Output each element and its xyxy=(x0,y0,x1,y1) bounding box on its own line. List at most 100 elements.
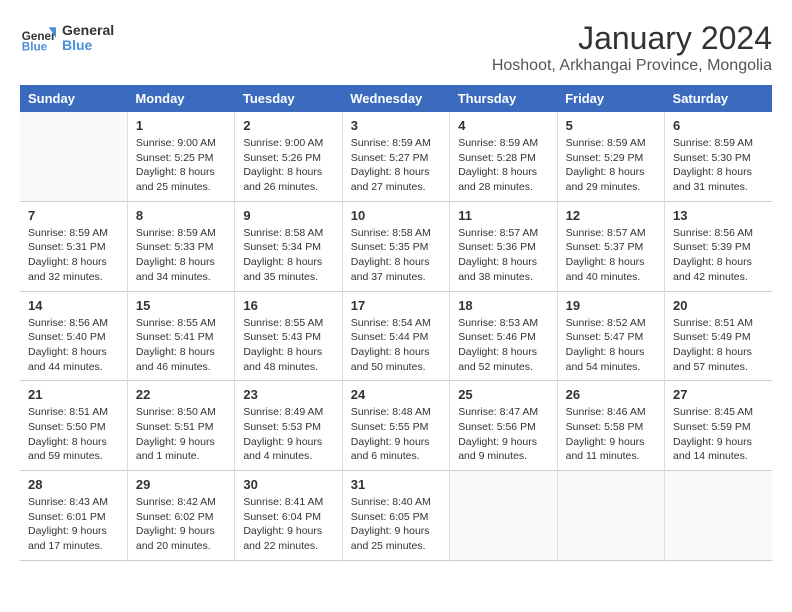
day-info: Sunrise: 8:57 AM Sunset: 5:36 PM Dayligh… xyxy=(458,226,548,285)
header-friday: Friday xyxy=(557,85,664,112)
calendar-cell: 29 Sunrise: 8:42 AM Sunset: 6:02 PM Dayli… xyxy=(127,471,234,561)
calendar-cell: 15 Sunrise: 8:55 AM Sunset: 5:41 PM Dayli… xyxy=(127,291,234,381)
day-number: 19 xyxy=(566,298,656,313)
day-info: Sunrise: 8:53 AM Sunset: 5:46 PM Dayligh… xyxy=(458,316,548,375)
day-number: 8 xyxy=(136,208,226,223)
day-info: Sunrise: 8:50 AM Sunset: 5:51 PM Dayligh… xyxy=(136,405,226,464)
page-header: General Blue General Blue January 2024 H… xyxy=(20,20,772,75)
calendar-cell: 8 Sunrise: 8:59 AM Sunset: 5:33 PM Daylig… xyxy=(127,201,234,291)
day-number: 10 xyxy=(351,208,441,223)
day-info: Sunrise: 8:51 AM Sunset: 5:49 PM Dayligh… xyxy=(673,316,764,375)
day-number: 9 xyxy=(243,208,333,223)
calendar-cell: 3Sunrise: 8:59 AM Sunset: 5:27 PM Daylig… xyxy=(342,112,449,201)
day-info: Sunrise: 8:41 AM Sunset: 6:04 PM Dayligh… xyxy=(243,495,333,554)
logo-icon: General Blue xyxy=(20,20,56,56)
calendar-cell: 18 Sunrise: 8:53 AM Sunset: 5:46 PM Dayli… xyxy=(450,291,557,381)
day-number: 13 xyxy=(673,208,764,223)
calendar-cell: 11 Sunrise: 8:57 AM Sunset: 5:36 PM Dayli… xyxy=(450,201,557,291)
day-info: Sunrise: 8:52 AM Sunset: 5:47 PM Dayligh… xyxy=(566,316,656,375)
day-number: 5 xyxy=(566,118,656,133)
week-row-5: 28Sunrise: 8:43 AM Sunset: 6:01 PM Dayli… xyxy=(20,471,772,561)
header-row: SundayMondayTuesdayWednesdayThursdayFrid… xyxy=(20,85,772,112)
day-number: 6 xyxy=(673,118,764,133)
day-info: Sunrise: 8:59 AM Sunset: 5:33 PM Dayligh… xyxy=(136,226,226,285)
calendar-cell: 20 Sunrise: 8:51 AM Sunset: 5:49 PM Dayli… xyxy=(665,291,772,381)
day-info: Sunrise: 9:00 AM Sunset: 5:26 PM Dayligh… xyxy=(243,136,333,195)
day-info: Sunrise: 8:59 AM Sunset: 5:29 PM Dayligh… xyxy=(566,136,656,195)
day-info: Sunrise: 8:45 AM Sunset: 5:59 PM Dayligh… xyxy=(673,405,764,464)
day-number: 20 xyxy=(673,298,764,313)
day-info: Sunrise: 8:43 AM Sunset: 6:01 PM Dayligh… xyxy=(28,495,119,554)
calendar-cell xyxy=(450,471,557,561)
day-info: Sunrise: 8:58 AM Sunset: 5:35 PM Dayligh… xyxy=(351,226,441,285)
calendar-cell: 19 Sunrise: 8:52 AM Sunset: 5:47 PM Dayli… xyxy=(557,291,664,381)
day-number: 7 xyxy=(28,208,119,223)
header-wednesday: Wednesday xyxy=(342,85,449,112)
calendar-cell: 10 Sunrise: 8:58 AM Sunset: 5:35 PM Dayli… xyxy=(342,201,449,291)
title-block: January 2024 Hoshoot, Arkhangai Province… xyxy=(492,20,772,75)
page-subtitle: Hoshoot, Arkhangai Province, Mongolia xyxy=(492,57,772,75)
week-row-1: 1 Sunrise: 9:00 AM Sunset: 5:25 PM Daylig… xyxy=(20,112,772,201)
day-number: 4 xyxy=(458,118,548,133)
week-row-3: 14Sunrise: 8:56 AM Sunset: 5:40 PM Dayli… xyxy=(20,291,772,381)
day-number: 30 xyxy=(243,477,333,492)
day-info: Sunrise: 8:55 AM Sunset: 5:41 PM Dayligh… xyxy=(136,316,226,375)
day-number: 29 xyxy=(136,477,226,492)
logo-general: General xyxy=(62,23,114,38)
day-info: Sunrise: 8:49 AM Sunset: 5:53 PM Dayligh… xyxy=(243,405,333,464)
day-info: Sunrise: 8:55 AM Sunset: 5:43 PM Dayligh… xyxy=(243,316,333,375)
day-number: 3 xyxy=(351,118,441,133)
calendar-cell: 5 Sunrise: 8:59 AM Sunset: 5:29 PM Daylig… xyxy=(557,112,664,201)
day-info: Sunrise: 8:47 AM Sunset: 5:56 PM Dayligh… xyxy=(458,405,548,464)
day-info: Sunrise: 8:56 AM Sunset: 5:40 PM Dayligh… xyxy=(28,316,119,375)
calendar-cell: 24Sunrise: 8:48 AM Sunset: 5:55 PM Dayli… xyxy=(342,381,449,471)
header-saturday: Saturday xyxy=(665,85,772,112)
calendar-table: SundayMondayTuesdayWednesdayThursdayFrid… xyxy=(20,85,772,561)
day-number: 12 xyxy=(566,208,656,223)
day-number: 18 xyxy=(458,298,548,313)
day-number: 2 xyxy=(243,118,333,133)
week-row-4: 21Sunrise: 8:51 AM Sunset: 5:50 PM Dayli… xyxy=(20,381,772,471)
logo: General Blue General Blue xyxy=(20,20,114,56)
day-info: Sunrise: 8:40 AM Sunset: 6:05 PM Dayligh… xyxy=(351,495,441,554)
day-number: 17 xyxy=(351,298,441,313)
calendar-cell: 16 Sunrise: 8:55 AM Sunset: 5:43 PM Dayli… xyxy=(235,291,342,381)
day-info: Sunrise: 9:00 AM Sunset: 5:25 PM Dayligh… xyxy=(136,136,226,195)
logo-blue: Blue xyxy=(62,38,114,53)
calendar-cell: 2 Sunrise: 9:00 AM Sunset: 5:26 PM Daylig… xyxy=(235,112,342,201)
calendar-cell xyxy=(20,112,127,201)
calendar-cell: 21Sunrise: 8:51 AM Sunset: 5:50 PM Dayli… xyxy=(20,381,127,471)
svg-text:Blue: Blue xyxy=(22,41,48,54)
day-number: 23 xyxy=(243,387,333,402)
calendar-cell: 30 Sunrise: 8:41 AM Sunset: 6:04 PM Dayli… xyxy=(235,471,342,561)
day-info: Sunrise: 8:56 AM Sunset: 5:39 PM Dayligh… xyxy=(673,226,764,285)
day-number: 16 xyxy=(243,298,333,313)
header-tuesday: Tuesday xyxy=(235,85,342,112)
day-number: 15 xyxy=(136,298,226,313)
day-info: Sunrise: 8:54 AM Sunset: 5:44 PM Dayligh… xyxy=(351,316,441,375)
day-info: Sunrise: 8:42 AM Sunset: 6:02 PM Dayligh… xyxy=(136,495,226,554)
calendar-cell: 1 Sunrise: 9:00 AM Sunset: 5:25 PM Daylig… xyxy=(127,112,234,201)
day-info: Sunrise: 8:46 AM Sunset: 5:58 PM Dayligh… xyxy=(566,405,656,464)
day-info: Sunrise: 8:59 AM Sunset: 5:28 PM Dayligh… xyxy=(458,136,548,195)
calendar-cell: 22Sunrise: 8:50 AM Sunset: 5:51 PM Dayli… xyxy=(127,381,234,471)
header-sunday: Sunday xyxy=(20,85,127,112)
header-thursday: Thursday xyxy=(450,85,557,112)
calendar-cell: 12Sunrise: 8:57 AM Sunset: 5:37 PM Dayli… xyxy=(557,201,664,291)
day-number: 27 xyxy=(673,387,764,402)
calendar-cell xyxy=(557,471,664,561)
calendar-cell: 6 Sunrise: 8:59 AM Sunset: 5:30 PM Daylig… xyxy=(665,112,772,201)
day-number: 25 xyxy=(458,387,548,402)
day-info: Sunrise: 8:59 AM Sunset: 5:30 PM Dayligh… xyxy=(673,136,764,195)
day-number: 11 xyxy=(458,208,548,223)
day-number: 1 xyxy=(136,118,226,133)
day-number: 31 xyxy=(351,477,441,492)
calendar-cell: 17 Sunrise: 8:54 AM Sunset: 5:44 PM Dayli… xyxy=(342,291,449,381)
day-info: Sunrise: 8:58 AM Sunset: 5:34 PM Dayligh… xyxy=(243,226,333,285)
calendar-cell: 4 Sunrise: 8:59 AM Sunset: 5:28 PM Daylig… xyxy=(450,112,557,201)
day-info: Sunrise: 8:48 AM Sunset: 5:55 PM Dayligh… xyxy=(351,405,441,464)
calendar-cell: 26Sunrise: 8:46 AM Sunset: 5:58 PM Dayli… xyxy=(557,381,664,471)
calendar-cell: 28Sunrise: 8:43 AM Sunset: 6:01 PM Dayli… xyxy=(20,471,127,561)
day-number: 21 xyxy=(28,387,119,402)
header-monday: Monday xyxy=(127,85,234,112)
